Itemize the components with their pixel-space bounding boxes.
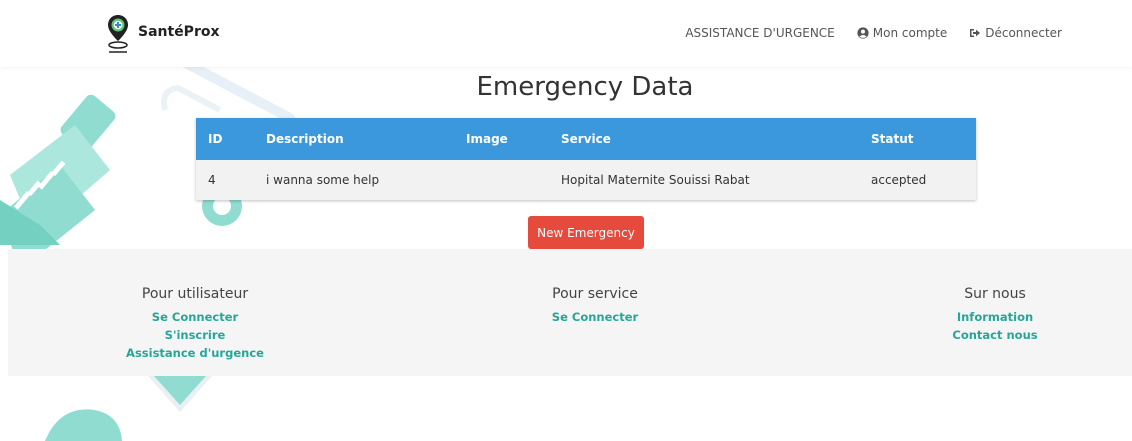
column-header-description: Description — [266, 132, 344, 146]
footer-user-emergency-link[interactable]: Assistance d'urgence — [105, 344, 285, 362]
nav-emergency-assistance-link[interactable]: ASSISTANCE D'URGENCE — [685, 26, 834, 40]
nav-account-link[interactable]: Mon compte — [857, 26, 947, 40]
page-title: Emergency Data — [476, 72, 694, 102]
footer-service-column: Pour service Se Connecter — [505, 286, 685, 326]
footer-contact-link[interactable]: Contact nous — [895, 326, 1095, 344]
new-emergency-button[interactable]: New Emergency — [528, 216, 644, 249]
location-pin-logo-icon — [108, 15, 128, 53]
footer-user-column: Pour utilisateur Se Connecter S'inscrire… — [105, 286, 285, 362]
cell-description: i wanna some help — [266, 173, 380, 187]
user-circle-icon — [857, 27, 869, 39]
cell-service: Hopital Maternite Souissi Rabat — [561, 173, 750, 187]
footer-about-title: Sur nous — [964, 286, 1026, 302]
cell-status: accepted — [871, 173, 927, 187]
footer-user-register-link[interactable]: S'inscrire — [105, 326, 285, 344]
nav-logout-link[interactable]: Déconnecter — [969, 26, 1062, 40]
footer-service-login-link[interactable]: Se Connecter — [505, 308, 685, 326]
nav-logout-label: Déconnecter — [985, 26, 1062, 40]
column-header-image: Image — [466, 132, 508, 146]
column-header-service: Service — [561, 132, 611, 146]
nav-account-label: Mon compte — [872, 26, 948, 40]
brand[interactable]: SantéProx — [107, 14, 220, 54]
table-header-row: ID Description Image Service Statut — [196, 118, 976, 160]
footer-information-link[interactable]: Information — [895, 308, 1095, 326]
page: SantéProx ASSISTANCE D'URGENCE Mon compt… — [0, 0, 1132, 441]
footer-about-column: Sur nous Information Contact nous — [895, 286, 1095, 344]
footer: Pour utilisateur Se Connecter S'inscrire… — [8, 249, 1132, 376]
footer-service-title: Pour service — [552, 286, 638, 302]
column-header-status: Statut — [871, 132, 914, 146]
table-row: 4 i wanna some help Hopital Maternite So… — [196, 160, 976, 200]
top-navbar: SantéProx ASSISTANCE D'URGENCE Mon compt… — [0, 0, 1132, 67]
emergency-table: ID Description Image Service Statut 4 i … — [196, 118, 976, 200]
brand-name: SantéProx — [138, 24, 220, 40]
sign-out-icon — [970, 29, 981, 37]
footer-user-title: Pour utilisateur — [141, 286, 249, 302]
footer-user-login-link[interactable]: Se Connecter — [105, 308, 285, 326]
cell-image — [466, 160, 561, 200]
nav-links: ASSISTANCE D'URGENCE Mon compte Déconnec… — [685, 26, 1062, 40]
cell-id: 4 — [208, 173, 216, 187]
column-header-id: ID — [208, 132, 223, 146]
